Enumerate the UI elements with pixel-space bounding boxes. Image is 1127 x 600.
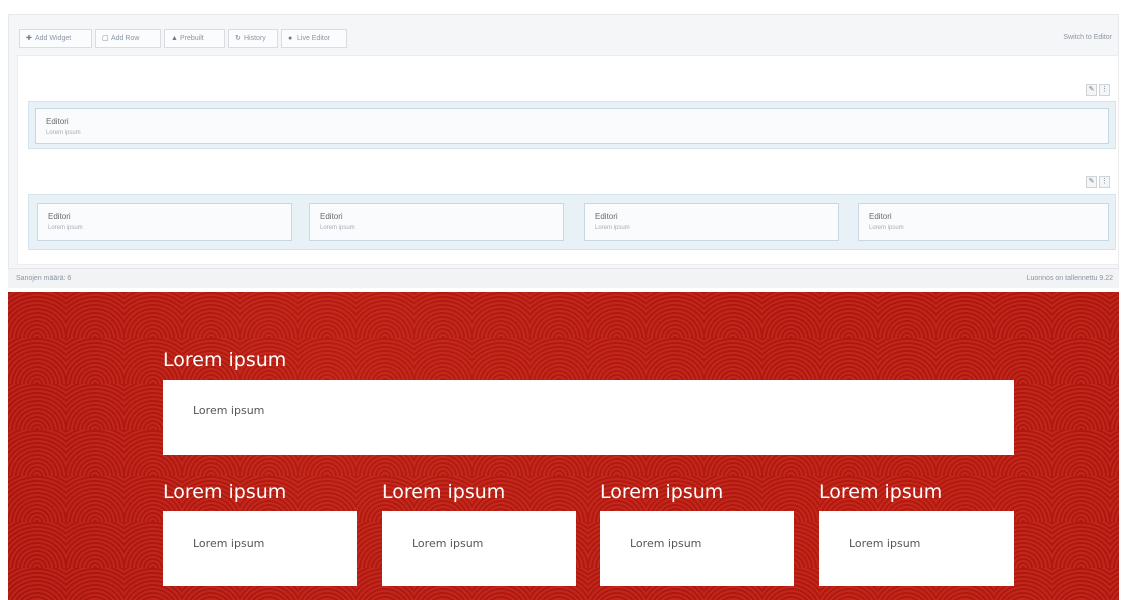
prebuilt-label: Prebuilt	[180, 35, 204, 42]
status-bar: Sanojen määrä: 6 Luonnos on tallennettu …	[8, 268, 1119, 288]
prebuilt-button[interactable]: ▲ Prebuilt	[164, 29, 225, 48]
add-widget-button[interactable]: ✚ Add Widget	[19, 29, 92, 48]
page-builder: ✚ Add Widget ▢ Add Row ▲ Prebuilt ↻ History …	[8, 14, 1119, 288]
preview-text-box: Lorem ipsum	[163, 380, 1014, 455]
widget-editor[interactable]: Editori Lorem ipsum	[858, 203, 1109, 241]
preview-box-text: Lorem ipsum	[193, 404, 265, 417]
edit-row-icon[interactable]: ✎	[1086, 84, 1097, 96]
widget-title: Editori	[595, 212, 618, 221]
history-icon: ↻	[235, 35, 241, 42]
history-button[interactable]: ↻ History	[228, 29, 278, 48]
preview-column-box: Lorem ipsum	[819, 511, 1014, 586]
widget-subtitle: Lorem ipsum	[48, 225, 83, 231]
widget-title: Editori	[46, 117, 69, 126]
preview-column-heading: Lorem ipsum	[382, 481, 506, 503]
widget-subtitle: Lorem ipsum	[46, 130, 81, 136]
widget-title: Editori	[869, 212, 892, 221]
preview-heading: Lorem ipsum	[163, 349, 287, 371]
row-1-actions: ✎ ⋮	[1086, 84, 1110, 96]
widget-subtitle: Lorem ipsum	[595, 225, 630, 231]
row-menu-icon[interactable]: ⋮	[1099, 176, 1110, 188]
row-1[interactable]: Editori Lorem ipsum	[28, 101, 1116, 149]
preview-column-text: Lorem ipsum	[849, 537, 921, 550]
widget-subtitle: Lorem ipsum	[320, 225, 355, 231]
plus-icon: ✚	[26, 35, 32, 42]
preview-column-heading: Lorem ipsum	[600, 481, 724, 503]
add-row-icon: ▢	[102, 35, 109, 42]
edit-row-icon[interactable]: ✎	[1086, 176, 1097, 188]
preview-column-heading: Lorem ipsum	[819, 481, 943, 503]
preview-column-box: Lorem ipsum	[163, 511, 357, 586]
eye-icon: ●	[288, 35, 293, 42]
switch-to-editor-link[interactable]: Switch to Editor	[1063, 34, 1112, 41]
draft-saved-status: Luonnos on tallennettu 9.22	[1026, 275, 1113, 282]
widget-editor[interactable]: Editori Lorem ipsum	[584, 203, 839, 241]
preview-column-text: Lorem ipsum	[193, 537, 265, 550]
preview-column-text: Lorem ipsum	[630, 537, 702, 550]
widget-subtitle: Lorem ipsum	[869, 225, 904, 231]
live-editor-label: Live Editor	[297, 35, 331, 42]
add-widget-label: Add Widget	[35, 35, 72, 42]
preview-column-text: Lorem ipsum	[412, 537, 484, 550]
prebuilt-icon: ▲	[171, 35, 178, 42]
widget-editor[interactable]: Editori Lorem ipsum	[35, 108, 1109, 144]
add-row-button[interactable]: ▢ Add Row	[95, 29, 161, 48]
preview-column-box: Lorem ipsum	[382, 511, 576, 586]
builder-canvas: ✎ ⋮ Editori Lorem ipsum ✎ ⋮ Editori Lore…	[17, 55, 1119, 265]
word-count: Sanojen määrä: 6	[16, 275, 72, 282]
row-2-actions: ✎ ⋮	[1086, 176, 1110, 188]
history-label: History	[244, 35, 266, 42]
widget-editor[interactable]: Editori Lorem ipsum	[309, 203, 564, 241]
content-preview: Lorem ipsum Lorem ipsum Lorem ipsum Lore…	[8, 292, 1119, 600]
row-menu-icon[interactable]: ⋮	[1099, 84, 1110, 96]
preview-column-heading: Lorem ipsum	[163, 481, 287, 503]
builder-toolbar: ✚ Add Widget ▢ Add Row ▲ Prebuilt ↻ History …	[9, 15, 1118, 55]
preview-column-box: Lorem ipsum	[600, 511, 794, 586]
live-editor-button[interactable]: ● Live Editor	[281, 29, 347, 48]
widget-title: Editori	[320, 212, 343, 221]
add-row-label: Add Row	[111, 35, 140, 42]
widget-title: Editori	[48, 212, 71, 221]
widget-editor[interactable]: Editori Lorem ipsum	[37, 203, 292, 241]
row-2[interactable]: Editori Lorem ipsum Editori Lorem ipsum …	[28, 194, 1116, 250]
